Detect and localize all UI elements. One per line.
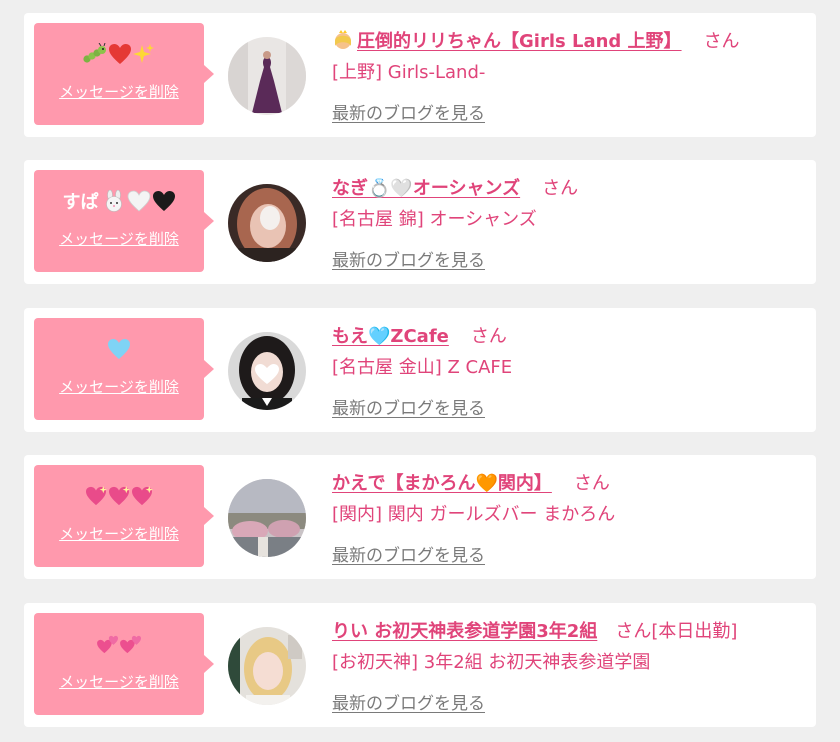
message-box: メッセージを削除 <box>34 465 214 567</box>
message-box: すぱ メッセージを削除 <box>34 170 214 272</box>
message-text: すぱ <box>62 192 99 213</box>
avatar[interactable] <box>228 627 306 705</box>
shop-label: [お初天神] 3年2組 お初天神表参道学園 <box>332 652 651 673</box>
view-latest-blog-link[interactable]: 最新のブログを見る <box>332 99 485 124</box>
view-latest-blog-link[interactable]: 最新のブログを見る <box>332 246 485 271</box>
view-latest-blog-link[interactable]: 最新のブログを見る <box>332 541 485 566</box>
delete-message-link[interactable]: メッセージを削除 <box>34 228 204 249</box>
message-box: メッセージを削除 <box>34 318 214 420</box>
black-heart-icon <box>152 191 175 211</box>
cast-name: もえ🩵ZCafe <box>332 326 449 347</box>
card-info: りい お初天神表参道学園3年2組 さん [本日出勤] [お初天神] 3年2組 お… <box>332 615 806 714</box>
favorite-card: メッセージを削除 圧倒的リリちゃん【Girls Land 上野】 さん [上野]… <box>24 13 816 137</box>
delete-message-link[interactable]: メッセージを削除 <box>34 671 204 692</box>
delete-message-link[interactable]: メッセージを削除 <box>34 376 204 397</box>
shop-label: [関内] 関内 ガールズバー まかろん <box>332 504 616 525</box>
delete-message-link[interactable]: メッセージを削除 <box>34 523 204 544</box>
two-hearts-icon <box>96 635 118 654</box>
favorite-card: すぱ メッセージを削除 なぎ💍🤍オーシャンズ さん [名古屋 錦] オーシャンズ… <box>24 160 816 284</box>
view-latest-blog-link[interactable]: 最新のブログを見る <box>332 394 485 419</box>
sparkling-heart-icon <box>109 486 130 506</box>
message-box: メッセージを削除 <box>34 613 214 715</box>
card-info: なぎ💍🤍オーシャンズ さん [名古屋 錦] オーシャンズ 最新のブログを見る <box>332 172 806 271</box>
favorite-card: メッセージを削除 もえ🩵ZCafe さん [名古屋 金山] Z CAFE 最新の… <box>24 308 816 432</box>
avatar[interactable] <box>228 479 306 557</box>
name-link[interactable]: かえで【まかろん🧡関内】 <box>332 469 552 495</box>
card-info: 圧倒的リリちゃん【Girls Land 上野】 さん [上野] Girls-La… <box>332 25 806 124</box>
shop-label: [上野] Girls-Land- <box>332 62 486 83</box>
sparkles-icon <box>133 44 154 63</box>
white-heart-icon <box>127 190 150 212</box>
sparkling-heart-icon <box>86 486 107 506</box>
avatar[interactable] <box>228 37 306 115</box>
message-box: メッセージを削除 <box>34 23 214 125</box>
avatar[interactable] <box>228 332 306 410</box>
name-link[interactable]: りい お初天神表参道学園3年2組 <box>332 617 597 643</box>
message-emoji-row <box>34 629 204 659</box>
name-link[interactable]: 圧倒的リリちゃん【Girls Land 上野】 <box>332 27 682 53</box>
princess-icon <box>335 30 351 49</box>
two-hearts-icon <box>119 635 141 654</box>
honorific: さん <box>703 31 740 52</box>
cast-name: かえで【まかろん🧡関内】 <box>332 473 552 494</box>
caterpillar-icon <box>83 43 106 63</box>
avatar[interactable] <box>228 184 306 262</box>
honorific: さん <box>542 178 579 199</box>
delete-message-link[interactable]: メッセージを削除 <box>34 81 204 102</box>
sparkling-heart-icon <box>132 486 153 506</box>
name-link[interactable]: なぎ💍🤍オーシャンズ <box>332 174 520 200</box>
message-emoji-row: すぱ <box>34 186 204 216</box>
rabbit-icon <box>105 190 122 212</box>
card-info: もえ🩵ZCafe さん [名古屋 金山] Z CAFE 最新のブログを見る <box>332 320 806 419</box>
shop-label: [名古屋 錦] オーシャンズ <box>332 209 537 230</box>
card-info: かえで【まかろん🧡関内】 さん [関内] 関内 ガールズバー まかろん 最新のブ… <box>332 467 806 566</box>
cast-name: りい お初天神表参道学園3年2組 <box>332 621 598 642</box>
favorite-card: メッセージを削除 りい お初天神表参道学園3年2組 さん [本日出勤] [お初天… <box>24 603 816 727</box>
view-latest-blog-link[interactable]: 最新のブログを見る <box>332 689 485 714</box>
light-blue-heart-icon <box>108 339 130 359</box>
message-emoji-row <box>34 481 204 511</box>
message-emoji-row <box>34 334 204 364</box>
honorific: さん <box>615 621 652 642</box>
favorite-card: メッセージを削除 かえで【まかろん🧡関内】 さん [関内] 関内 ガールズバー … <box>24 455 816 579</box>
cast-name: なぎ💍🤍オーシャンズ <box>332 178 521 199</box>
name-link[interactable]: もえ🩵ZCafe <box>332 322 449 348</box>
working-today-badge: [本日出勤] <box>651 621 738 642</box>
honorific: さん <box>573 473 610 494</box>
honorific: さん <box>470 326 507 347</box>
cast-name: 圧倒的リリちゃん【Girls Land 上野】 <box>357 31 682 52</box>
message-emoji-row <box>34 39 204 69</box>
shop-label: [名古屋 金山] Z CAFE <box>332 357 513 378</box>
red-heart-icon <box>109 44 131 64</box>
